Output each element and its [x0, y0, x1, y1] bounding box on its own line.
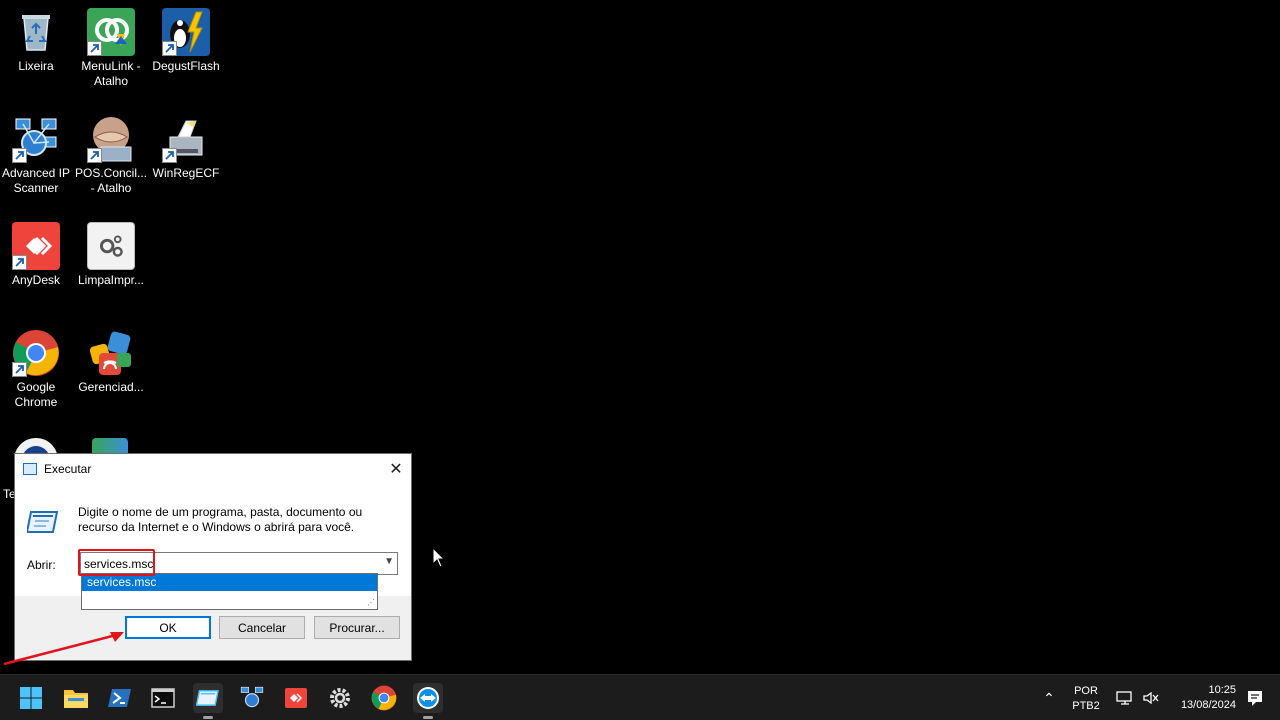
close-icon: ✕ — [389, 461, 403, 478]
clock[interactable]: 10:25 13/08/2024 — [1168, 683, 1242, 713]
desktop-icon-limpaimpr[interactable]: LimpaImpr... — [74, 222, 148, 288]
tray-volume[interactable] — [1136, 683, 1166, 713]
open-label: Abrir: — [27, 558, 56, 572]
run-app-icon — [23, 463, 37, 475]
file-explorer-icon — [64, 690, 88, 708]
chevron-down-icon[interactable]: ▼ — [384, 556, 394, 567]
run-icon — [25, 508, 59, 536]
arrow-annotation-icon — [3, 632, 124, 666]
run-dialog-description: Digite o nome de um programa, pasta, doc… — [78, 505, 363, 534]
recycle-bin-icon — [12, 8, 60, 56]
teamviewer-icon — [417, 687, 439, 709]
menulink-icon — [87, 8, 135, 56]
settings-icon — [330, 688, 350, 708]
desktop-icon-winregecf[interactable]: WinRegECF — [149, 115, 223, 181]
notification-icon — [1248, 691, 1262, 706]
partial-desktop-icon — [92, 438, 128, 454]
anydesk-icon — [12, 222, 60, 270]
handshake-icon — [87, 115, 135, 163]
printer-icon — [162, 115, 210, 163]
manager-icon — [87, 329, 135, 377]
desktop-icon-label: MenuLink - Atalho — [81, 59, 141, 88]
taskbar-anydesk[interactable] — [281, 683, 311, 713]
taskbar-powershell[interactable] — [105, 683, 135, 713]
desktop-icon-advanced-ip-scanner[interactable]: Advanced IP Scanner — [0, 115, 73, 196]
desktop-icon-lixeira[interactable]: Lixeira — [0, 8, 73, 74]
taskbar-teamviewer[interactable] — [413, 683, 443, 719]
desktop-icon-label: WinRegECF — [152, 166, 220, 180]
resize-grip-icon[interactable]: ⋰ — [367, 598, 375, 607]
gears-icon — [87, 222, 135, 270]
autocomplete-option[interactable]: services.msc — [82, 574, 377, 591]
desktop-icon-label: Gerenciad... — [78, 380, 144, 394]
start-button[interactable] — [16, 683, 46, 713]
degustflash-icon — [162, 8, 210, 56]
network-scanner-icon — [240, 686, 264, 708]
input-highlight-annotation — [78, 549, 155, 576]
start-icon — [20, 687, 42, 709]
shortcut-arrow-icon — [162, 41, 177, 56]
desktop-icon-label: Lixeira — [18, 59, 54, 73]
desktop-icon-label: LimpaImpr... — [77, 273, 145, 287]
close-button[interactable]: ✕ — [381, 454, 411, 484]
taskbar-chrome[interactable] — [369, 683, 399, 713]
taskbar-settings[interactable] — [325, 683, 355, 713]
powershell-icon — [108, 689, 131, 707]
anydesk-icon — [285, 688, 307, 708]
mouse-cursor-icon — [432, 547, 446, 568]
chrome-icon — [371, 685, 397, 711]
chevron-up-icon: ⌃ — [1043, 689, 1055, 706]
terminal-icon — [151, 688, 175, 708]
desktop-icon-label: Advanced IP Scanner — [1, 166, 71, 195]
network-scanner-icon — [12, 115, 60, 163]
run-dialog-title: Executar — [44, 462, 92, 476]
desktop-icon-pos-concil[interactable]: POS.Concil... - Atalho — [74, 115, 148, 196]
desktop-icon-label: AnyDesk — [11, 273, 61, 287]
browse-button[interactable]: Procurar... — [314, 616, 400, 639]
desktop-icon-degustflash[interactable]: DegustFlash — [149, 8, 223, 74]
desktop-icon-label: POS.Concil... - Atalho — [74, 166, 148, 195]
shortcut-arrow-icon — [87, 148, 102, 163]
autocomplete-dropdown: services.msc ⋰ — [81, 573, 378, 610]
shortcut-arrow-icon — [162, 148, 177, 163]
run-icon — [196, 690, 219, 706]
taskbar-advanced-ip-scanner[interactable] — [237, 683, 267, 713]
desktop-icon-google-chrome[interactable]: Google Chrome — [0, 329, 73, 410]
shortcut-arrow-icon — [87, 41, 102, 56]
input-language-indicator[interactable]: POR PTB2 — [1070, 684, 1102, 714]
shortcut-arrow-icon — [12, 148, 27, 163]
show-hidden-icons-button[interactable]: ⌃ — [1034, 683, 1064, 713]
chrome-icon — [12, 329, 60, 377]
clock-time: 10:25 — [1208, 684, 1236, 696]
volume-muted-icon — [1143, 691, 1159, 705]
taskbar-terminal[interactable] — [148, 683, 178, 713]
shortcut-arrow-icon — [12, 362, 27, 377]
desktop-icon-gerenciad[interactable]: Gerenciad... — [74, 329, 148, 395]
desktop-icon-label: Google Chrome — [14, 380, 58, 409]
notification-center-button[interactable] — [1240, 683, 1270, 713]
taskbar: ⌃ POR PTB2 10:25 13/08/2024 — [0, 674, 1280, 720]
cancel-button[interactable]: Cancelar — [219, 616, 305, 639]
taskbar-file-explorer[interactable] — [61, 683, 91, 713]
network-wired-icon — [1116, 691, 1132, 705]
ok-button[interactable]: OK — [125, 616, 211, 639]
run-dialog-titlebar[interactable]: Executar ✕ — [15, 454, 411, 484]
desktop-icon-menulink[interactable]: MenuLink - Atalho — [74, 8, 148, 89]
desktop-icon-anydesk[interactable]: AnyDesk — [0, 222, 73, 288]
desktop-icon-label: DegustFlash — [152, 59, 220, 73]
clock-date: 13/08/2024 — [1180, 699, 1236, 711]
shortcut-arrow-icon — [12, 255, 27, 270]
taskbar-run[interactable] — [193, 683, 223, 719]
